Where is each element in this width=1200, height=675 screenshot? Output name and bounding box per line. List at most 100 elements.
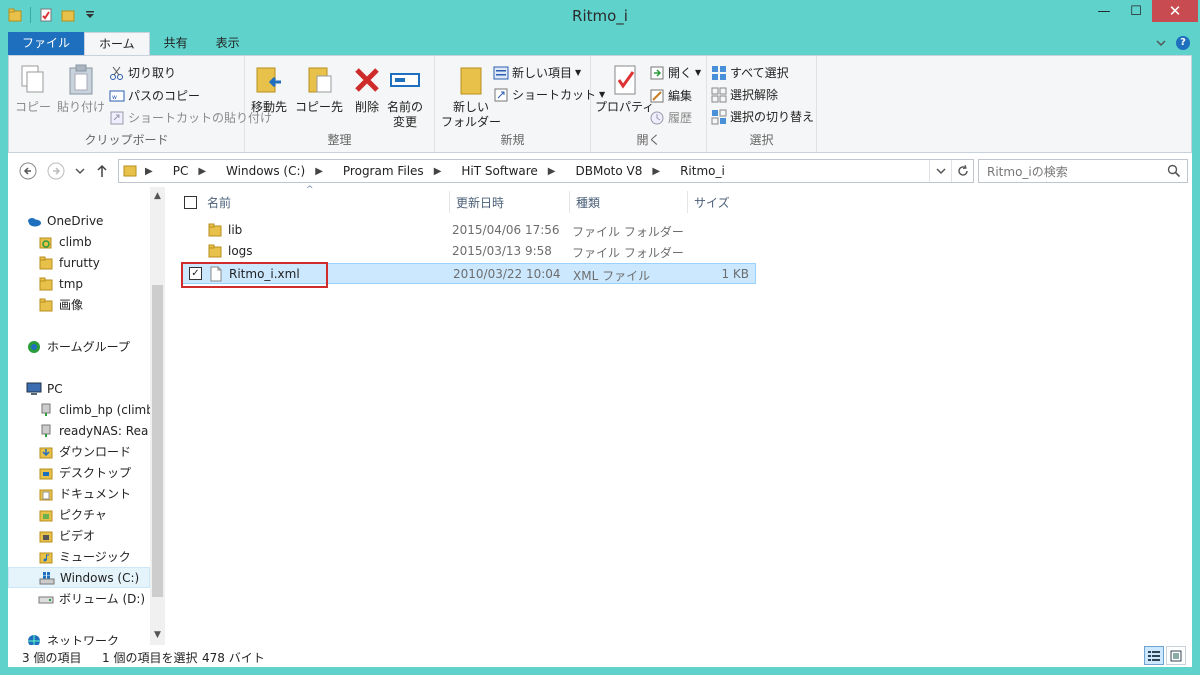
- nav-item[interactable]: Windows (C:): [8, 567, 150, 588]
- scrollbar-thumb[interactable]: [152, 285, 163, 597]
- nav-item[interactable]: 画像: [8, 294, 150, 315]
- downloads-folder-icon: [38, 444, 54, 460]
- breadcrumb-separator[interactable]: ▶: [315, 166, 333, 177]
- select-all-button[interactable]: すべて選択: [711, 64, 789, 81]
- view-toggle: [1144, 646, 1186, 665]
- nav-item[interactable]: ネットワーク: [8, 630, 150, 645]
- tab-home[interactable]: ホーム: [84, 32, 150, 56]
- breadcrumb-separator[interactable]: ▶: [652, 166, 670, 177]
- tab-file[interactable]: ファイル: [8, 32, 85, 56]
- large-icons-view-button[interactable]: [1166, 646, 1186, 665]
- nav-item[interactable]: ピクチャ: [8, 504, 150, 525]
- breadcrumb-separator[interactable]: ▶: [548, 166, 566, 177]
- window-controls: — ☐ ✕: [1088, 0, 1198, 22]
- nav-item[interactable]: ビデオ: [8, 525, 150, 546]
- new-folder-label-line2: フォルダー: [441, 115, 502, 129]
- history-button[interactable]: 履歴: [649, 109, 692, 126]
- tab-view[interactable]: 表示: [202, 32, 254, 56]
- back-arrow-icon: [19, 162, 37, 180]
- copy-path-button[interactable]: w パスのコピー: [109, 87, 200, 104]
- nav-item[interactable]: climb_hp (climb: [8, 399, 150, 420]
- breadcrumb-c-drive[interactable]: Windows (C:): [226, 164, 305, 178]
- file-date: 2015/03/13 9:58: [452, 244, 552, 258]
- nav-item[interactable]: ホームグループ: [8, 336, 150, 357]
- copy-button[interactable]: コピー: [15, 62, 51, 115]
- nav-item-label: Windows (C:): [60, 570, 140, 585]
- shortcut-label: ショートカット: [512, 88, 597, 102]
- details-view-button[interactable]: [1144, 646, 1164, 665]
- paste-button[interactable]: 貼り付け: [57, 62, 105, 115]
- nav-item-label: ミュージック: [59, 550, 131, 564]
- breadcrumb-dbmoto[interactable]: DBMoto V8: [576, 164, 643, 178]
- rename-label-line2: 変更: [393, 115, 418, 129]
- move-to-button[interactable]: 移動先: [251, 62, 287, 115]
- close-button[interactable]: ✕: [1152, 0, 1198, 22]
- nav-item[interactable]: furutty: [8, 252, 150, 273]
- breadcrumb-separator[interactable]: ▶: [198, 166, 216, 177]
- nav-item[interactable]: tmp: [8, 273, 150, 294]
- nav-item[interactable]: OneDrive: [8, 210, 150, 231]
- help-icon[interactable]: ?: [1176, 36, 1190, 50]
- column-name[interactable]: 名前 ^: [178, 185, 450, 213]
- new-folder-button[interactable]: 新しい フォルダー: [441, 62, 501, 130]
- breadcrumb-separator[interactable]: ▶: [145, 166, 163, 177]
- shortcut-button[interactable]: ショートカット ▼: [493, 86, 605, 103]
- column-size[interactable]: サイズ: [688, 191, 760, 213]
- scissors-icon: [110, 66, 123, 80]
- address-dropdown-button[interactable]: [929, 160, 951, 182]
- nav-item[interactable]: PC: [8, 378, 150, 399]
- invert-selection-icon: [711, 109, 727, 124]
- select-none-button[interactable]: 選択解除: [711, 86, 778, 103]
- file-row-logs[interactable]: logs 2015/03/13 9:58 ファイル フォルダー: [182, 241, 756, 262]
- nav-item[interactable]: ボリューム (D:): [8, 588, 150, 609]
- scroll-up-icon[interactable]: ▲: [150, 189, 165, 204]
- breadcrumb-hit-software[interactable]: HiT Software: [461, 164, 537, 178]
- refresh-button[interactable]: [951, 160, 973, 182]
- cut-button[interactable]: 切り取り: [109, 64, 176, 81]
- scroll-down-icon[interactable]: ▼: [150, 628, 165, 643]
- breadcrumb-label: Ritmo_i: [680, 164, 725, 178]
- column-type[interactable]: 種類: [570, 191, 688, 213]
- file-row-lib[interactable]: lib 2015/04/06 17:56 ファイル フォルダー: [182, 220, 756, 241]
- breadcrumb-ritmo-i[interactable]: Ritmo_i: [680, 164, 725, 178]
- new-item-icon: [493, 66, 509, 79]
- nav-item[interactable]: ドキュメント: [8, 483, 150, 504]
- rename-button[interactable]: 名前の 変更: [387, 62, 423, 130]
- invert-selection-button[interactable]: 選択の切り替え: [711, 108, 814, 125]
- ribbon-tabs: ファイル ホーム 共有 表示: [8, 32, 254, 56]
- search-box[interactable]: Ritmo_iの検索: [978, 159, 1188, 183]
- new-item-button[interactable]: 新しい項目 ▼: [493, 64, 581, 81]
- up-button[interactable]: [92, 161, 112, 181]
- select-all-checkbox[interactable]: [184, 195, 197, 209]
- nav-pane-scrollbar[interactable]: ▲ ▼: [150, 187, 165, 645]
- nav-item[interactable]: デスクトップ: [8, 462, 150, 483]
- open-button[interactable]: 開く ▼: [649, 64, 701, 81]
- edit-button[interactable]: 編集: [649, 87, 692, 104]
- music-folder-icon: [38, 549, 54, 565]
- breadcrumb-separator[interactable]: ▶: [434, 166, 452, 177]
- maximize-button[interactable]: ☐: [1120, 0, 1152, 22]
- address-bar-controls: [929, 160, 973, 182]
- nav-item[interactable]: readyNAS: Rea: [8, 420, 150, 441]
- nav-item[interactable]: ミュージック: [8, 546, 150, 567]
- paste-shortcut-icon: [110, 111, 124, 124]
- address-bar[interactable]: ▶ PC ▶ Windows (C:) ▶ Program Files ▶ Hi…: [118, 159, 974, 183]
- recent-locations-button[interactable]: [70, 161, 90, 181]
- tab-share[interactable]: 共有: [150, 32, 202, 56]
- folder-icon: [38, 276, 54, 292]
- delete-button[interactable]: 削除: [349, 62, 385, 115]
- minimize-button[interactable]: —: [1088, 0, 1120, 22]
- rename-icon: [390, 73, 420, 87]
- forward-button[interactable]: [46, 161, 66, 181]
- search-placeholder: Ritmo_iの検索: [987, 164, 1068, 179]
- nav-item[interactable]: ダウンロード: [8, 441, 150, 462]
- nav-item[interactable]: climb: [8, 231, 150, 252]
- copy-to-button[interactable]: コピー先: [295, 62, 343, 115]
- breadcrumb-pc[interactable]: PC: [173, 164, 189, 178]
- expand-ribbon-icon[interactable]: [1156, 36, 1166, 50]
- breadcrumb-program-files[interactable]: Program Files: [343, 164, 424, 178]
- column-date[interactable]: 更新日時: [450, 191, 570, 213]
- back-button[interactable]: [18, 161, 38, 181]
- file-list: 名前 ^ 更新日時 種類 サイズ lib 2015/04/06 17:56 ファ…: [168, 185, 1192, 645]
- properties-button[interactable]: プロパティ: [595, 62, 654, 115]
